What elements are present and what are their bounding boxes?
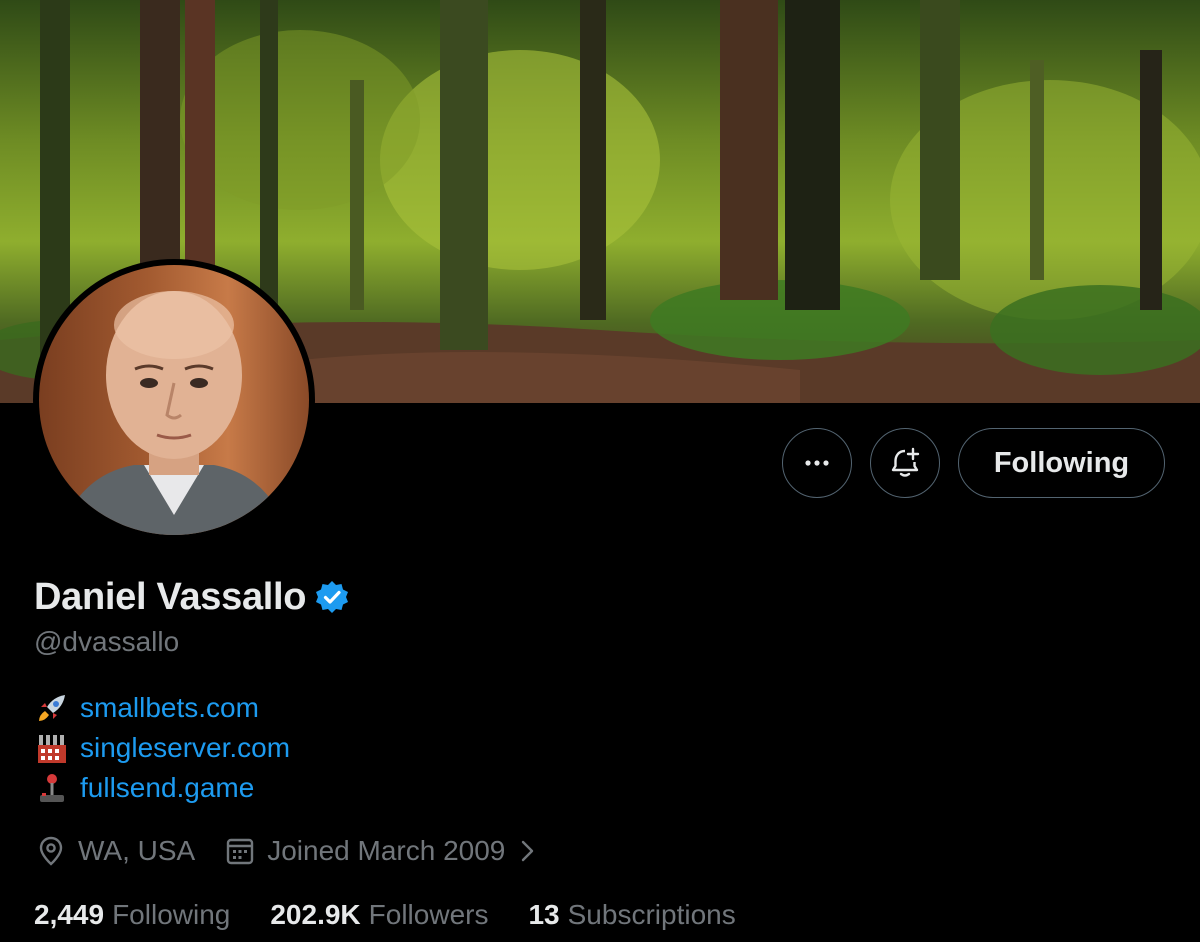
rocket-icon <box>34 690 70 726</box>
profile-bio: smallbets.com singleserver.com fullsend.… <box>34 688 290 808</box>
subscriptions-stat[interactable]: 13 Subscriptions <box>528 899 735 931</box>
profile-name-row: Daniel Vassallo <box>34 573 350 621</box>
bio-line: smallbets.com <box>34 688 290 728</box>
bio-link[interactable]: fullsend.game <box>80 772 254 804</box>
avatar-photo <box>39 265 309 535</box>
location-pin-icon <box>34 834 68 868</box>
location-text: WA, USA <box>78 835 196 866</box>
notifications-button[interactable] <box>870 428 940 498</box>
more-horizontal-icon <box>805 460 829 466</box>
display-name: Daniel Vassallo <box>34 575 307 618</box>
subscriptions-label: Subscriptions <box>567 899 736 930</box>
factory-icon <box>34 730 70 766</box>
following-count: 2,449 <box>34 899 105 930</box>
verified-badge-icon[interactable] <box>314 579 350 615</box>
followers-stat[interactable]: 202.9K Followers <box>270 899 488 931</box>
followers-count: 202.9K <box>270 899 361 930</box>
profile-meta: WA, USA Joined March 2009 <box>34 830 541 872</box>
profile-handle: @dvassallo <box>34 626 180 657</box>
bio-link[interactable]: singleserver.com <box>80 732 290 764</box>
following-button[interactable]: Following <box>958 428 1165 498</box>
following-label: Following <box>112 899 231 930</box>
location: WA, USA <box>34 834 195 868</box>
following-stat[interactable]: 2,449 Following <box>34 899 230 931</box>
profile-stats: 2,449 Following 202.9K Followers 13 Subs… <box>34 895 776 935</box>
bio-link[interactable]: smallbets.com <box>80 692 259 724</box>
more-button[interactable] <box>782 428 852 498</box>
bio-line: singleserver.com <box>34 728 290 768</box>
profile-avatar[interactable] <box>33 259 315 541</box>
chevron-right-icon <box>513 837 541 865</box>
joystick-icon <box>34 770 70 806</box>
joined-text: Joined March 2009 <box>267 835 506 866</box>
following-button-label: Following <box>993 446 1130 479</box>
bio-line: fullsend.game <box>34 768 290 808</box>
subscriptions-count: 13 <box>528 899 560 930</box>
calendar-icon <box>223 834 257 868</box>
bell-plus-icon <box>891 447 920 477</box>
followers-label: Followers <box>368 899 489 930</box>
joined-date[interactable]: Joined March 2009 <box>223 834 541 868</box>
